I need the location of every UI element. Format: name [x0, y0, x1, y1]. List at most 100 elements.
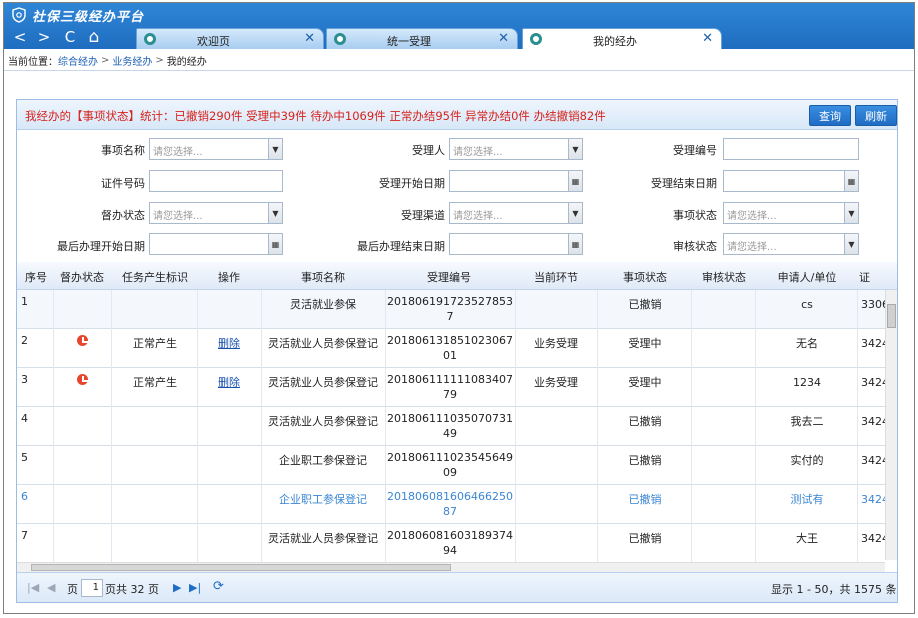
col-divider [261, 290, 262, 562]
col-header[interactable]: 任务产生标识 [113, 269, 197, 285]
tab-close-icon[interactable]: ✕ [702, 31, 713, 46]
cell-origin: 正常产生 [133, 337, 177, 350]
cert-no-input[interactable] [149, 170, 283, 192]
tab-close-icon[interactable]: ✕ [498, 31, 509, 46]
col-header[interactable]: 事项状态 [599, 269, 691, 285]
first-page-icon[interactable]: |◀ [27, 581, 39, 594]
cell-no: 5 [21, 451, 28, 464]
col-divider [385, 290, 386, 562]
cell-status: 受理中 [628, 337, 662, 350]
scrollbar-thumb[interactable] [31, 564, 451, 571]
cell-applicant: 无名 [796, 337, 818, 350]
chevron-down-icon[interactable]: ▼ [268, 139, 282, 159]
item-status-select[interactable]: 请您选择... ▼ [723, 202, 859, 224]
col-header[interactable]: 事项名称 [263, 269, 383, 285]
audit-select[interactable]: 请您选择... ▼ [723, 233, 859, 255]
chevron-down-icon[interactable]: ▼ [568, 203, 582, 223]
app-title: 社保三级经办平台 [32, 9, 145, 25]
col-divider [53, 290, 54, 562]
cell-status: 已撤销 [628, 415, 662, 428]
col-divider [515, 290, 516, 562]
col-header[interactable]: 督办状态 [55, 269, 109, 285]
page-label: 页 [67, 583, 78, 596]
app-window: 社保三级经办平台 < > C ⌂ 欢迎页 ✕ 统一受理 ✕ 我的经办 ✕ 当前位… [3, 2, 915, 614]
tab-my-handling[interactable]: 我的经办 ✕ [522, 28, 722, 49]
reload-icon[interactable]: ⟳ [213, 579, 224, 594]
tab-welcome[interactable]: 欢迎页 ✕ [136, 28, 324, 49]
col-header[interactable]: 审核状态 [693, 269, 755, 285]
page-number-input[interactable]: 1 [81, 579, 103, 597]
overdue-clock-icon [76, 335, 88, 346]
delete-link[interactable]: 删除 [199, 336, 259, 351]
cell-accept-no: 201806081606466250 87 [387, 489, 513, 519]
forward-icon[interactable]: > [34, 27, 54, 47]
col-header[interactable]: 序号 [21, 269, 51, 285]
tab-unified-accept[interactable]: 统一受理 ✕ [326, 28, 518, 49]
cell-no: 2 [21, 334, 28, 347]
item-name-placeholder: 请您选择... [153, 147, 203, 158]
cell-applicant: 测试有 [790, 493, 824, 506]
supervise-select[interactable]: 请您选择... ▼ [149, 202, 283, 224]
accept-end-date[interactable]: ▦ [723, 170, 859, 192]
col-divider [597, 290, 598, 562]
calendar-icon[interactable]: ▦ [568, 171, 582, 191]
col-header[interactable]: 操作 [199, 269, 259, 285]
prev-page-icon[interactable]: ◀ [47, 581, 55, 594]
stats-bar: 我经办的【事项状态】统计：已撤销290件 受理中39件 待办中1069件 正常办… [17, 100, 897, 130]
next-page-icon[interactable]: ▶ [173, 581, 181, 594]
accept-no-input[interactable] [723, 138, 859, 160]
tab-label: 我的经办 [593, 35, 637, 48]
col-divider [691, 290, 692, 562]
refresh-icon[interactable]: C [60, 27, 80, 47]
breadcrumb-item-comprehensive[interactable]: 综合经办 [58, 53, 98, 68]
accept-no-line: 201806111023545649 [387, 451, 513, 464]
tab-label: 欢迎页 [197, 35, 230, 48]
accept-no-line: 201806191723527853 [387, 295, 513, 308]
calendar-icon[interactable]: ▦ [844, 171, 858, 191]
col-header[interactable]: 证 [859, 269, 885, 285]
cell-applicant: 我去二 [790, 415, 824, 428]
home-icon[interactable]: ⌂ [84, 27, 104, 47]
item-name-select[interactable]: 请您选择... ▼ [149, 138, 283, 160]
cell-id: 3424 [861, 376, 889, 389]
calendar-icon[interactable]: ▦ [568, 234, 582, 254]
col-header[interactable]: 当前环节 [515, 269, 597, 285]
acceptor-select[interactable]: 请您选择... ▼ [449, 138, 583, 160]
channel-select[interactable]: 请您选择... ▼ [449, 202, 583, 224]
chevron-down-icon[interactable]: ▼ [844, 203, 858, 223]
col-header[interactable]: 申请人/单位 [757, 269, 857, 285]
tab-dot-icon [530, 33, 542, 45]
vertical-scrollbar[interactable] [885, 290, 897, 560]
accept-no-line: 201806111035070731 [387, 412, 513, 425]
cell-applicant: cs [801, 298, 813, 311]
chevron-down-icon[interactable]: ▼ [844, 234, 858, 254]
delete-link[interactable]: 删除 [199, 375, 259, 390]
accept-start-date[interactable]: ▦ [449, 170, 583, 192]
calendar-icon[interactable]: ▦ [268, 234, 282, 254]
item-status-label: 事项状态 [673, 209, 717, 222]
accept-no-line: 201806131851023067 [387, 334, 513, 347]
chevron-down-icon[interactable]: ▼ [268, 203, 282, 223]
item-status-placeholder: 请您选择... [727, 211, 777, 222]
cell-item-name: 企业职工参保登记 [279, 493, 367, 506]
overdue-clock-icon [76, 374, 88, 385]
query-button[interactable]: 查询 [809, 105, 851, 126]
breadcrumb-separator: > [101, 54, 110, 66]
cell-supervise [55, 374, 109, 389]
accept-no-line: 201806081603189374 [387, 529, 513, 542]
back-icon[interactable]: < [10, 27, 30, 47]
accept-no-line: 7 [446, 310, 454, 323]
tab-close-icon[interactable]: ✕ [304, 31, 315, 46]
col-header[interactable]: 受理编号 [385, 269, 513, 285]
horizontal-scrollbar[interactable] [17, 562, 885, 572]
last-end-date[interactable]: ▦ [449, 233, 583, 255]
last-page-icon[interactable]: ▶| [189, 581, 201, 594]
stats-summary: 我经办的【事项状态】统计：已撤销290件 受理中39件 待办中1069件 正常办… [25, 109, 606, 123]
last-start-date[interactable]: ▦ [149, 233, 283, 255]
breadcrumb-item-business[interactable]: 业务经办 [112, 53, 152, 68]
refresh-button[interactable]: 刷新 [855, 105, 897, 126]
breadcrumb-item-current: 我的经办 [166, 56, 207, 68]
chevron-down-icon[interactable]: ▼ [568, 139, 582, 159]
page-total: 页共 32 页 [105, 583, 159, 596]
scrollbar-thumb[interactable] [887, 304, 896, 328]
